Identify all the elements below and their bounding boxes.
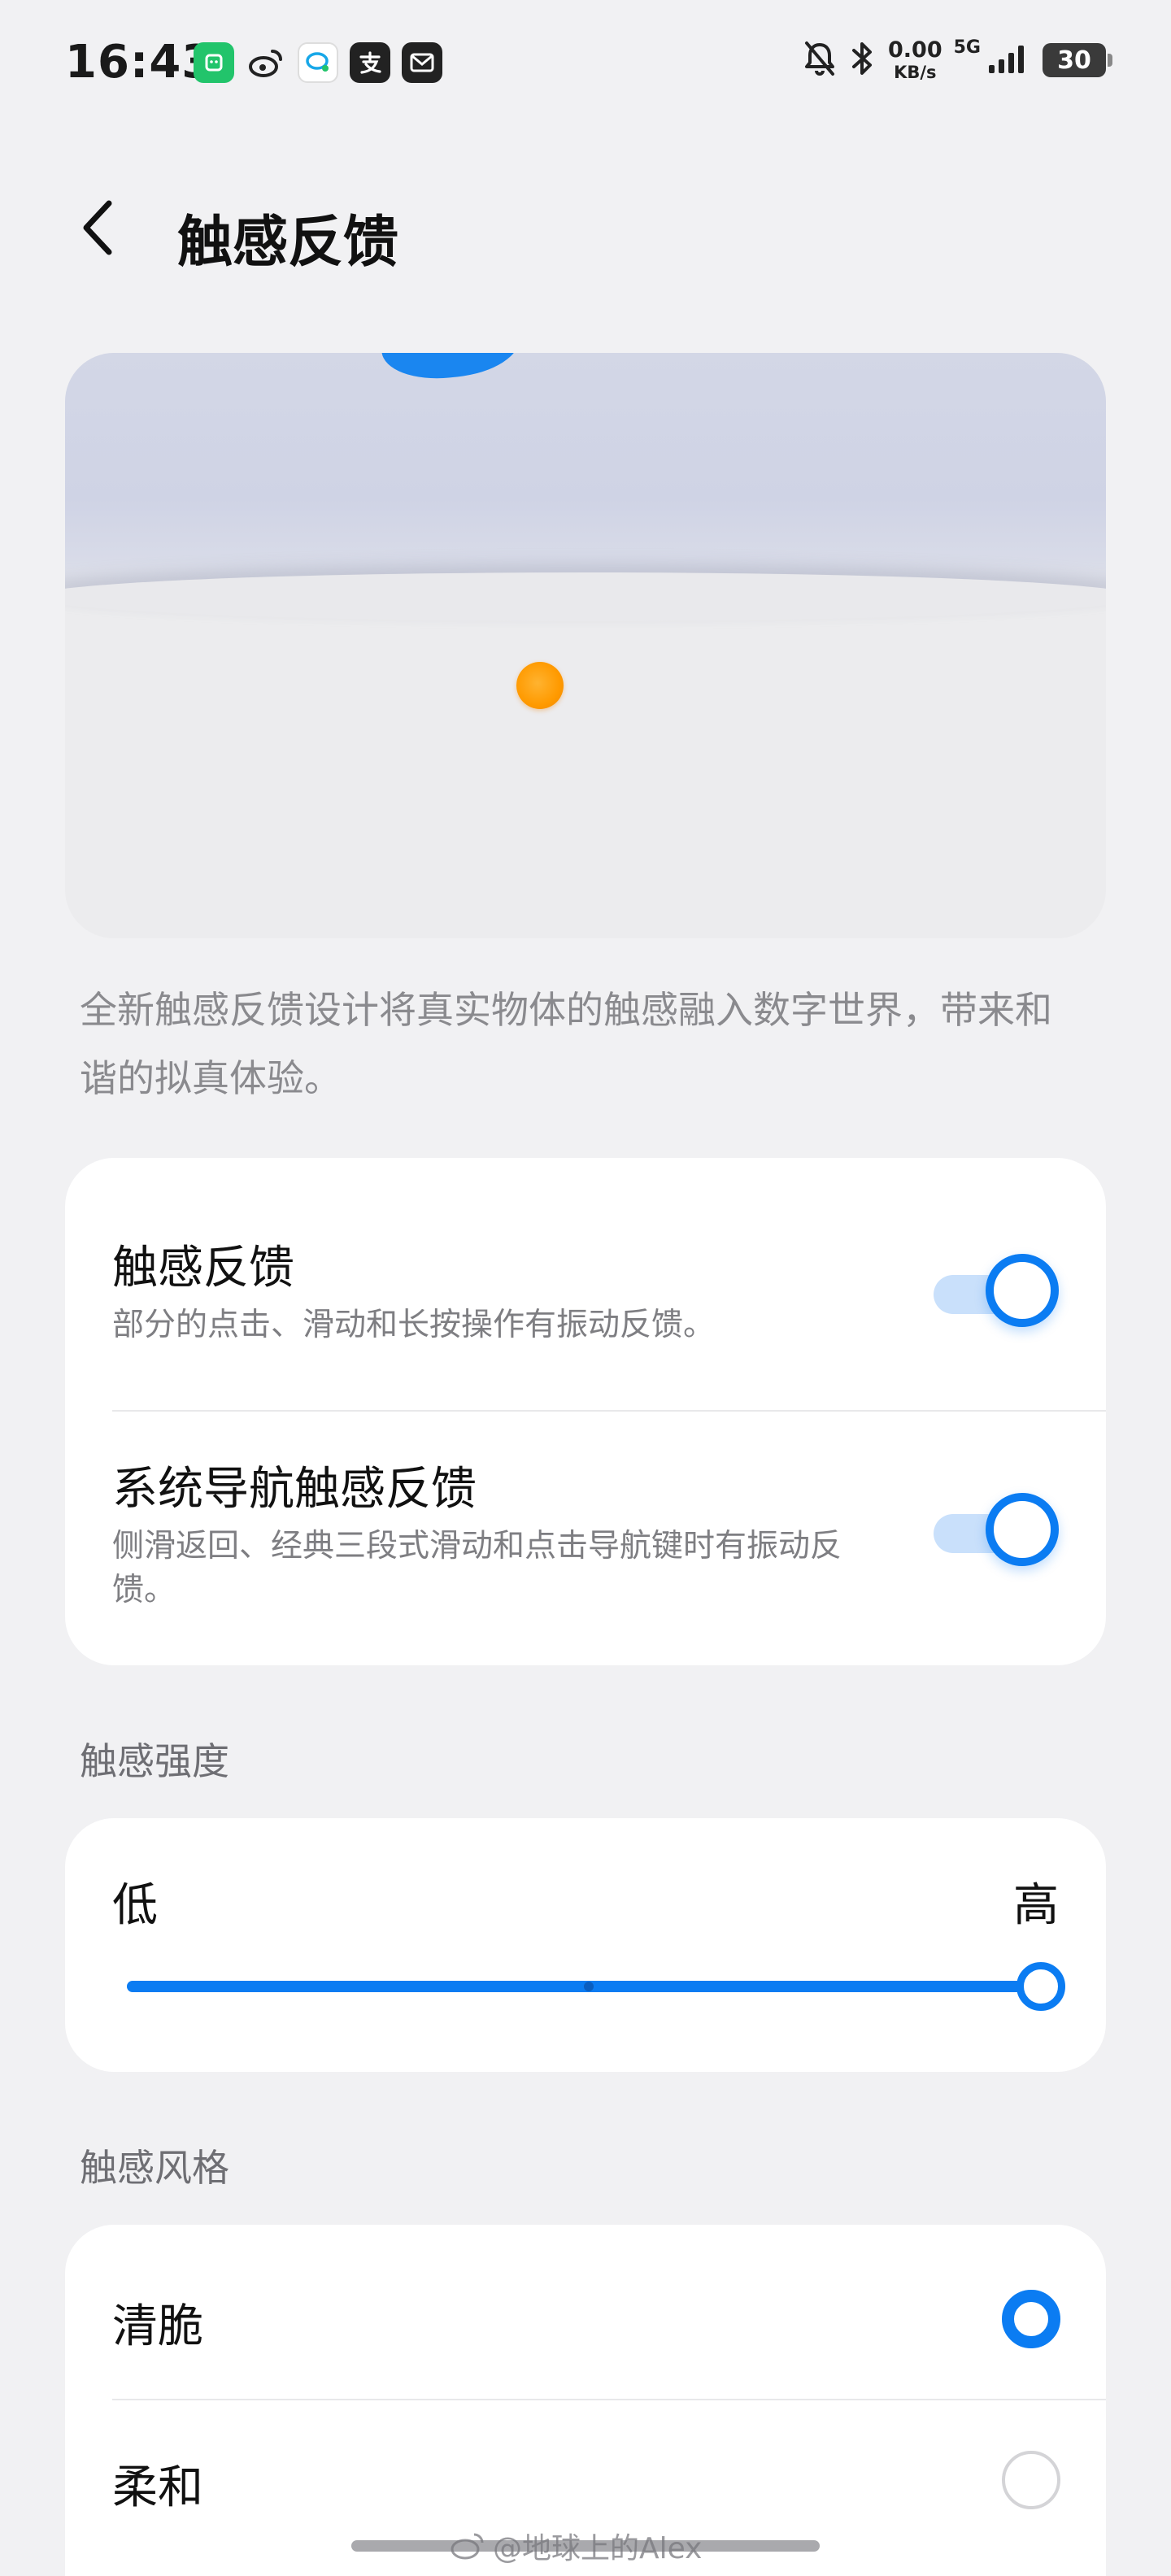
intensity-section-label: 触感强度 xyxy=(80,1739,229,1783)
style-soft-radio[interactable] xyxy=(1002,2451,1060,2509)
toggle-knob xyxy=(986,1493,1059,1566)
navigation-haptic-title: 系统导航触感反馈 xyxy=(112,1463,477,1516)
style-option-crisp-label: 清脆 xyxy=(112,2300,203,2353)
navigation-haptic-subtitle: 侧滑返回、经典三段式滑动和点击导航键时有振动反馈。 xyxy=(112,1528,842,1608)
alipay-icon xyxy=(350,42,390,83)
style-card: 清脆 柔和 xyxy=(65,2225,1106,2576)
navigation-haptic-row[interactable]: 系统导航触感反馈 侧滑返回、经典三段式滑动和点击导航键时有振动反馈。 xyxy=(112,1452,1059,1612)
mail-icon xyxy=(402,42,442,83)
weibo-icon xyxy=(246,42,286,83)
page-title: 触感反馈 xyxy=(177,211,399,275)
style-crisp-radio[interactable] xyxy=(1002,2290,1060,2348)
signal-strength-icon xyxy=(986,42,1031,78)
intensity-slider-midpoint xyxy=(584,1982,594,1991)
mute-bell-icon xyxy=(802,40,838,80)
weibo-watermark-icon xyxy=(451,2533,484,2560)
style-option-soft[interactable]: 柔和 xyxy=(112,2451,1059,2517)
divider xyxy=(112,2399,1106,2400)
battery-level: 30 xyxy=(1057,46,1091,75)
preview-rim xyxy=(65,572,1106,621)
haptic-toggles-card: 触感反馈 部分的点击、滑动和长按操作有振动反馈。 系统导航触感反馈 侧滑返回、经… xyxy=(65,1158,1106,1665)
haptic-feedback-toggle[interactable] xyxy=(934,1254,1064,1327)
style-section-label: 触感风格 xyxy=(80,2146,229,2190)
notification-icons xyxy=(194,42,442,83)
back-button[interactable] xyxy=(65,195,130,260)
status-bar: 16:43 0.00 KB/s 5G 30 xyxy=(0,0,1171,130)
bluetooth-icon xyxy=(849,39,877,81)
intensity-high-label: 高 xyxy=(1013,1879,1059,1932)
preview-top-surface xyxy=(65,353,1106,597)
toggle-knob xyxy=(986,1254,1059,1327)
intensity-slider-thumb[interactable] xyxy=(1016,1962,1065,2011)
intensity-slider-track[interactable] xyxy=(127,1981,1038,1992)
network-speed: 0.00 KB/s xyxy=(888,39,942,81)
watermark: @地球上的Alex xyxy=(449,2525,702,2567)
haptic-preview-animation xyxy=(65,353,1106,938)
network-speed-value: 0.00 xyxy=(888,37,942,63)
watermark-text: @地球上的Alex xyxy=(493,2532,703,2565)
style-option-crisp[interactable]: 清脆 xyxy=(112,2290,1059,2356)
intensity-low-label: 低 xyxy=(112,1879,158,1932)
back-arrow-icon xyxy=(83,200,112,255)
navigation-haptic-toggle[interactable] xyxy=(934,1493,1064,1566)
message-bubble-icon xyxy=(298,42,338,83)
feature-description: 全新触感反馈设计将真实物体的触感融入数字世界，带来和谐的拟真体验。 xyxy=(80,988,1052,1100)
divider xyxy=(112,1410,1106,1412)
page-header: 触感反馈 xyxy=(0,171,1171,285)
network-speed-unit: KB/s xyxy=(894,63,937,82)
status-time: 16:43 xyxy=(65,36,215,89)
intensity-card: 低 高 xyxy=(65,1818,1106,2072)
network-type: 5G xyxy=(953,37,981,58)
battery-icon: 30 xyxy=(1043,43,1112,77)
preview-orange-ball xyxy=(516,662,564,709)
style-option-soft-label: 柔和 xyxy=(112,2461,203,2514)
haptic-feedback-title: 触感反馈 xyxy=(112,1242,294,1295)
mi-home-app-icon xyxy=(194,42,234,83)
system-status-icons: 0.00 KB/s 5G 30 xyxy=(802,37,1112,81)
haptic-feedback-subtitle: 部分的点击、滑动和长按操作有振动反馈。 xyxy=(112,1307,716,1343)
haptic-feedback-row[interactable]: 触感反馈 部分的点击、滑动和长按操作有振动反馈。 xyxy=(112,1231,1059,1347)
